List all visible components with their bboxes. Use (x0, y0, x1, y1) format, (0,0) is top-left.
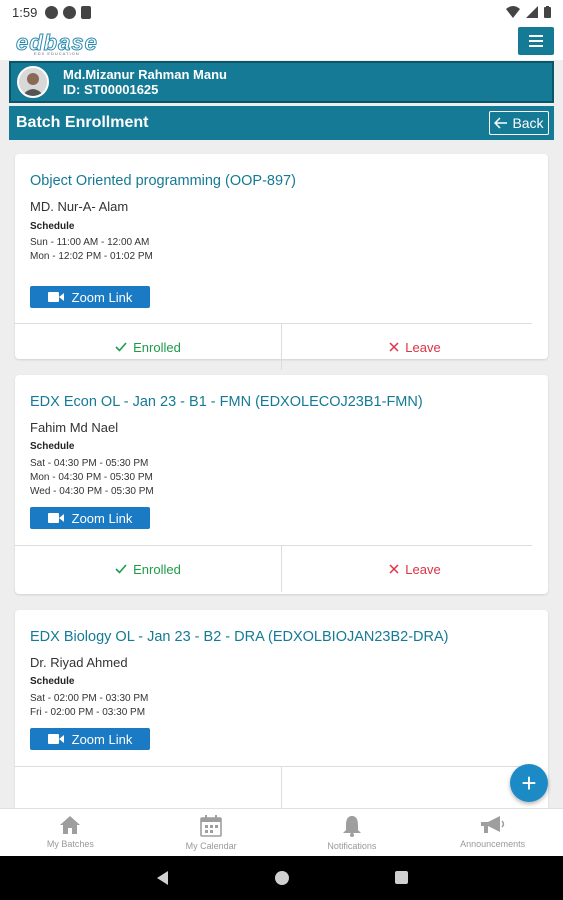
nav-notifications[interactable]: Notifications (282, 809, 423, 856)
arrow-left-icon (494, 117, 508, 129)
enrollment-actions (15, 767, 548, 808)
page-title: Batch Enrollment (16, 114, 149, 131)
batch-list[interactable]: Object Oriented programming (OOP-897) MD… (0, 140, 563, 808)
nav-label: Announcements (460, 839, 526, 849)
schedule-label: Schedule (30, 676, 75, 687)
zoom-link-button[interactable]: Zoom Link (30, 507, 150, 529)
system-navigation-bar (0, 856, 563, 900)
status-bar: 1:59 (0, 0, 563, 24)
check-icon (115, 342, 127, 352)
wifi-icon (506, 6, 520, 18)
schedule-item: Mon - 04:30 PM - 05:30 PM (30, 472, 153, 483)
batch-title: Object Oriented programming (OOP-897) (30, 173, 296, 189)
schedule-list: Sat - 02:00 PM - 03:30 PM Fri - 02:00 PM… (30, 692, 148, 720)
batch-card: Object Oriented programming (OOP-897) MD… (15, 154, 548, 370)
schedule-label: Schedule (30, 221, 75, 232)
logo-subtitle: EDX EDUCATION (34, 51, 80, 56)
zoom-link-label: Zoom Link (71, 510, 133, 526)
student-name: Md.Mizanur Rahman Manu (63, 67, 227, 82)
zoom-link-label: Zoom Link (71, 289, 133, 305)
close-icon (389, 342, 399, 352)
schedule-item: Fri - 02:00 PM - 03:30 PM (30, 707, 146, 718)
bottom-navigation: My Batches My Calendar Notifications Ann… (0, 808, 563, 856)
instructor-name: Dr. Riyad Ahmed (30, 655, 128, 670)
batch-title: EDX Econ OL - Jan 23 - B1 - FMN (EDXOLEC… (30, 394, 423, 410)
schedule-item: Wed - 04:30 PM - 05:30 PM (30, 486, 154, 497)
nav-my-calendar[interactable]: My Calendar (141, 809, 282, 856)
system-home-icon[interactable] (275, 871, 289, 885)
leave-label: Leave (405, 339, 441, 355)
notification-icon (81, 5, 92, 19)
video-camera-icon (47, 292, 64, 302)
schedule-list: Sun - 11:00 AM - 12:00 AM Mon - 12:02 PM… (30, 236, 153, 264)
zoom-link-button[interactable]: Zoom Link (30, 286, 150, 308)
leave-label: Leave (405, 561, 441, 577)
nav-announcements[interactable]: Announcements (422, 809, 563, 856)
video-camera-icon (47, 734, 64, 744)
nav-label: Notifications (327, 841, 377, 851)
zoom-link-button[interactable]: Zoom Link (30, 728, 150, 750)
nav-label: My Batches (46, 839, 94, 849)
status-time: 1:59 (12, 4, 38, 20)
signal-icon (526, 6, 538, 18)
instructor-name: MD. Nur-A- Alam (30, 199, 129, 214)
system-back-icon[interactable] (157, 871, 168, 885)
notification-icon (63, 5, 77, 19)
enrollment-actions: Enrolled Leave (15, 546, 548, 592)
user-photo-icon (22, 73, 44, 96)
hamburger-icon (529, 35, 543, 47)
calendar-icon (200, 815, 222, 837)
batch-card: EDX Econ OL - Jan 23 - B1 - FMN (EDXOLEC… (15, 375, 548, 594)
schedule-list: Sat - 04:30 PM - 05:30 PM Mon - 04:30 PM… (30, 457, 154, 499)
notification-icon (45, 5, 59, 19)
system-recents-icon[interactable] (395, 871, 408, 884)
back-button[interactable]: Back (489, 111, 549, 135)
enrolled-button[interactable] (15, 767, 281, 808)
avatar (17, 66, 49, 98)
back-label: Back (512, 115, 544, 131)
app-header: edbase EDX EDUCATION (0, 24, 563, 60)
student-id: ID: ST00001625 (63, 82, 159, 97)
home-icon (60, 816, 81, 834)
video-camera-icon (47, 513, 64, 523)
app-logo: edbase EDX EDUCATION (16, 30, 98, 57)
profile-banner: Md.Mizanur Rahman Manu ID: ST00001625 (9, 61, 554, 103)
enrolled-button[interactable]: Enrolled (15, 324, 281, 370)
schedule-item: Sun - 11:00 AM - 12:00 AM (30, 237, 150, 248)
nav-label: My Calendar (185, 841, 237, 851)
enrollment-actions: Enrolled Leave (15, 324, 548, 370)
check-icon (115, 564, 127, 574)
enrolled-label: Enrolled (133, 339, 181, 355)
leave-button[interactable] (281, 767, 548, 808)
enrolled-button[interactable]: Enrolled (15, 546, 281, 592)
batch-card: EDX Biology OL - Jan 23 - B2 - DRA (EDXO… (15, 610, 548, 808)
nav-my-batches[interactable]: My Batches (0, 809, 141, 856)
battery-icon (544, 6, 551, 18)
megaphone-icon (480, 816, 504, 833)
schedule-item: Mon - 12:02 PM - 01:02 PM (30, 251, 153, 262)
page-title-bar: Batch Enrollment Back (9, 106, 554, 140)
batch-title: EDX Biology OL - Jan 23 - B2 - DRA (EDXO… (30, 629, 449, 645)
menu-button[interactable] (518, 27, 554, 55)
bell-icon (342, 816, 361, 837)
schedule-label: Schedule (30, 441, 75, 452)
instructor-name: Fahim Md Nael (30, 420, 119, 435)
close-icon (389, 564, 399, 574)
plus-icon: + (521, 767, 537, 798)
add-fab-button[interactable]: + (510, 764, 548, 802)
leave-button[interactable]: Leave (281, 324, 548, 370)
zoom-link-label: Zoom Link (71, 731, 133, 747)
schedule-item: Sat - 02:00 PM - 03:30 PM (30, 693, 149, 704)
leave-button[interactable]: Leave (281, 546, 548, 592)
schedule-item: Sat - 04:30 PM - 05:30 PM (30, 458, 149, 469)
enrolled-label: Enrolled (133, 561, 181, 577)
